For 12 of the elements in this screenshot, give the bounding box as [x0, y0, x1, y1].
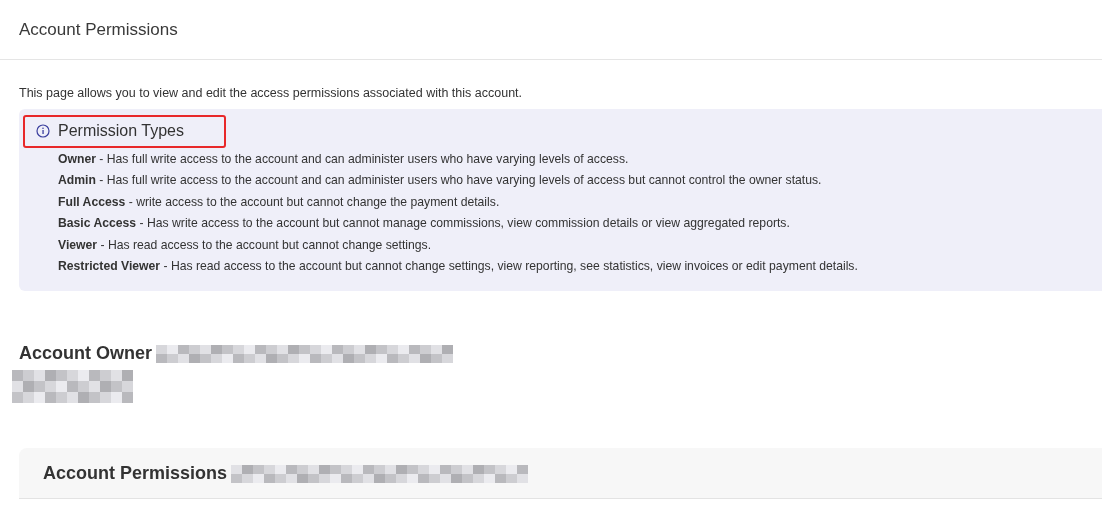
permission-description: Viewer - Has read access to the account but cannot change settings. [58, 236, 433, 254]
section-title: Account Owner [19, 343, 152, 365]
page-title: Account Permissions [19, 19, 178, 40]
panel-title: Permission Types [58, 122, 184, 140]
card-title: Account Permissions [43, 463, 228, 485]
permission-description: Restricted Viewer - Has read access to the account but cannot change settings, view reporting, see statistics, view invoices or edit payment details. [58, 258, 859, 276]
intro-text: This page allows you to view and edit the access permissions associated with this account. [19, 86, 524, 100]
permission-description: Basic Access - Has write access to the account but cannot manage commissions, view commission details or view aggregated reports. [58, 215, 791, 233]
permission-description: Full Access - write access to the account but cannot change the payment details. [58, 193, 501, 211]
permission-description: Owner - Has full write access to the account and can administer users who have varying levels of access. [58, 151, 630, 168]
info-icon [36, 124, 50, 138]
permission-description: Admin - Has full write access to the account and can administer users who have varying levels of access but cannot control the owner status. [58, 172, 823, 190]
